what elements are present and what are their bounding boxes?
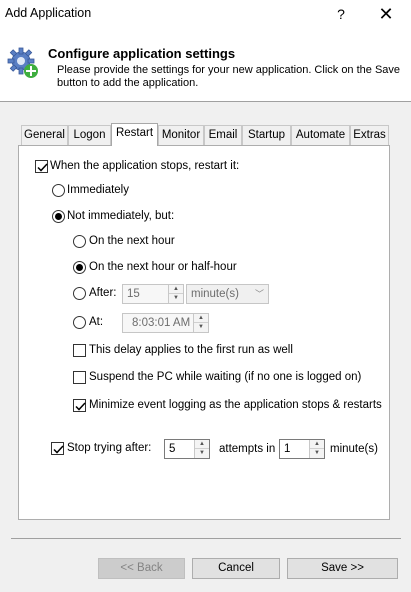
at-time-spinner[interactable]: ▲ ▼: [193, 314, 208, 332]
attempts-spinner[interactable]: ▲ ▼: [194, 440, 209, 458]
tab-monitor[interactable]: Monitor: [158, 125, 204, 145]
after-minutes-field[interactable]: 15 ▲ ▼: [122, 284, 184, 304]
gear-add-icon: [7, 47, 38, 78]
after-unit-dropdown[interactable]: minute(s) ﹀: [186, 284, 269, 304]
after-label: After:: [89, 287, 117, 299]
help-button[interactable]: ?: [324, 0, 358, 28]
at-time-value: 8:03:01 AM: [132, 317, 191, 329]
tab-restart[interactable]: Restart: [111, 123, 158, 146]
spin-up-icon[interactable]: ▲: [169, 285, 183, 294]
tab-email[interactable]: Email: [204, 125, 242, 145]
attempts-in-label: attempts in: [219, 443, 276, 455]
tab-logon[interactable]: Logon: [68, 125, 111, 145]
at-label: At:: [89, 316, 104, 328]
window-title: Add Application: [5, 6, 92, 20]
after-radio[interactable]: [73, 287, 86, 300]
close-icon: ✕: [378, 4, 394, 24]
delay-first-run-label: This delay applies to the first run as w…: [89, 344, 293, 356]
tab-extras[interactable]: Extras: [350, 125, 389, 145]
minimize-logging-label: Minimize event logging as the applicatio…: [89, 399, 382, 411]
minutes-label: minute(s): [330, 443, 378, 455]
minimize-logging-checkbox[interactable]: [73, 399, 86, 412]
at-radio[interactable]: [73, 316, 86, 329]
minutes-field[interactable]: 1 ▲ ▼: [279, 439, 325, 459]
attempts-value: 5: [169, 443, 176, 455]
minutes-spinner[interactable]: ▲ ▼: [309, 440, 324, 458]
header-title: Configure application settings: [48, 46, 236, 61]
suspend-pc-label: Suspend the PC while waiting (if no one …: [89, 371, 362, 383]
chevron-down-icon: ﹀: [254, 289, 264, 299]
restart-when-stops-checkbox[interactable]: [35, 160, 48, 173]
stop-trying-label: Stop trying after:: [67, 442, 152, 454]
at-time-field[interactable]: 8:03:01 AM ▲ ▼: [122, 313, 209, 333]
restart-when-stops-label: When the application stops, restart it:: [50, 160, 240, 172]
title-bar: Add Application ? ✕: [0, 0, 411, 28]
close-button[interactable]: ✕: [369, 0, 403, 28]
next-hour-radio[interactable]: [73, 235, 86, 248]
after-minutes-value: 15: [127, 288, 140, 300]
tab-startup[interactable]: Startup: [242, 125, 291, 145]
after-unit-value: minute(s): [191, 288, 239, 300]
attempts-field[interactable]: 5 ▲ ▼: [164, 439, 210, 459]
immediately-label: Immediately: [67, 184, 129, 196]
spin-up-icon[interactable]: ▲: [194, 314, 208, 323]
next-hour-or-half-label: On the next hour or half-hour: [89, 261, 237, 273]
tab-general[interactable]: General: [21, 125, 68, 145]
immediately-radio[interactable]: [52, 184, 65, 197]
dialog-header: Configure application settings Please pr…: [0, 28, 411, 102]
not-immediately-label: Not immediately, but:: [67, 210, 175, 222]
stop-trying-checkbox[interactable]: [51, 442, 64, 455]
spin-up-icon[interactable]: ▲: [310, 440, 324, 449]
next-hour-or-half-radio[interactable]: [73, 261, 86, 274]
spin-up-icon[interactable]: ▲: [195, 440, 209, 449]
header-description: Please provide the settings for your new…: [57, 64, 401, 89]
spin-down-icon[interactable]: ▼: [169, 294, 183, 303]
save-button[interactable]: Save >>: [287, 558, 398, 579]
back-button[interactable]: << Back: [98, 558, 185, 579]
not-immediately-radio[interactable]: [52, 210, 65, 223]
after-minutes-spinner[interactable]: ▲ ▼: [168, 285, 183, 303]
spin-down-icon[interactable]: ▼: [310, 449, 324, 458]
suspend-pc-checkbox[interactable]: [73, 371, 86, 384]
spin-down-icon[interactable]: ▼: [194, 323, 208, 332]
cancel-button[interactable]: Cancel: [192, 558, 280, 579]
next-hour-label: On the next hour: [89, 235, 175, 247]
delay-first-run-checkbox[interactable]: [73, 344, 86, 357]
help-icon: ?: [337, 6, 345, 22]
tab-automate[interactable]: Automate: [291, 125, 350, 145]
spin-down-icon[interactable]: ▼: [195, 449, 209, 458]
footer-divider: [11, 538, 401, 539]
minutes-value: 1: [284, 443, 291, 455]
